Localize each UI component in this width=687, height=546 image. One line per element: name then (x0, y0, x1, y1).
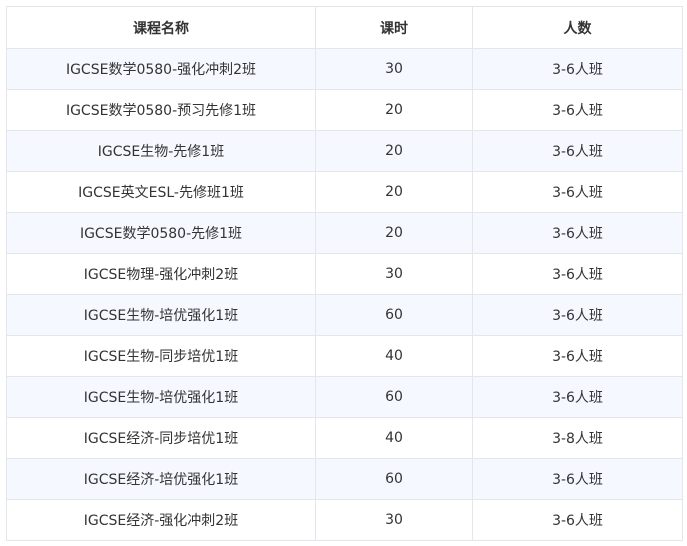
table-row: IGCSE经济-同步培优1班 40 3-8人班 (6, 417, 683, 459)
class-size-cell: 3-6人班 (472, 458, 683, 500)
table-header: 课程名称 课时 人数 (6, 6, 683, 49)
class-size-cell: 3-6人班 (472, 212, 683, 254)
course-name-cell: IGCSE生物-培优强化1班 (6, 376, 316, 418)
class-size-cell: 3-6人班 (472, 335, 683, 377)
class-size-cell: 3-6人班 (472, 48, 683, 90)
class-size-cell: 3-6人班 (472, 499, 683, 541)
header-row: 课程名称 课时 人数 (6, 6, 683, 49)
class-size-cell: 3-6人班 (472, 253, 683, 295)
table-row: IGCSE数学0580-预习先修1班 20 3-6人班 (6, 89, 683, 131)
table-row: IGCSE经济-培优强化1班 60 3-6人班 (6, 458, 683, 500)
course-name-cell: IGCSE数学0580-预习先修1班 (6, 89, 316, 131)
header-class-size: 人数 (472, 6, 683, 49)
hours-cell: 20 (315, 130, 473, 172)
class-size-cell: 3-6人班 (472, 89, 683, 131)
course-name-cell: IGCSE数学0580-先修1班 (6, 212, 316, 254)
hours-cell: 40 (315, 335, 473, 377)
table-body: IGCSE数学0580-强化冲刺2班 30 3-6人班 IGCSE数学0580-预习先… (6, 48, 683, 541)
course-name-cell: IGCSE经济-培优强化1班 (6, 458, 316, 500)
hours-cell: 30 (315, 253, 473, 295)
hours-cell: 40 (315, 417, 473, 459)
course-name-cell: IGCSE生物-培优强化1班 (6, 294, 316, 336)
course-name-cell: IGCSE物理-强化冲刺2班 (6, 253, 316, 295)
class-size-cell: 3-6人班 (472, 376, 683, 418)
table-row: IGCSE生物-先修1班 20 3-6人班 (6, 130, 683, 172)
table-row: IGCSE生物-培优强化1班 60 3-6人班 (6, 376, 683, 418)
header-hours: 课时 (315, 6, 473, 49)
course-name-cell: IGCSE英文ESL-先修班1班 (6, 171, 316, 213)
course-name-cell: IGCSE经济-强化冲刺2班 (6, 499, 316, 541)
table-row: IGCSE生物-同步培优1班 40 3-6人班 (6, 335, 683, 377)
table-row: IGCSE物理-强化冲刺2班 30 3-6人班 (6, 253, 683, 295)
hours-cell: 20 (315, 212, 473, 254)
class-size-cell: 3-6人班 (472, 130, 683, 172)
course-name-cell: IGCSE数学0580-强化冲刺2班 (6, 48, 316, 90)
course-name-cell: IGCSE经济-同步培优1班 (6, 417, 316, 459)
hours-cell: 30 (315, 48, 473, 90)
hours-cell: 20 (315, 89, 473, 131)
table-row: IGCSE数学0580-先修1班 20 3-6人班 (6, 212, 683, 254)
table-row: IGCSE经济-强化冲刺2班 30 3-6人班 (6, 499, 683, 541)
class-size-cell: 3-8人班 (472, 417, 683, 459)
course-table: 课程名称 课时 人数 IGCSE数学0580-强化冲刺2班 30 3-6人班 IGCS… (6, 6, 683, 541)
course-name-cell: IGCSE生物-先修1班 (6, 130, 316, 172)
course-name-cell: IGCSE生物-同步培优1班 (6, 335, 316, 377)
table-row: IGCSE英文ESL-先修班1班 20 3-6人班 (6, 171, 683, 213)
hours-cell: 20 (315, 171, 473, 213)
class-size-cell: 3-6人班 (472, 294, 683, 336)
table-row: IGCSE数学0580-强化冲刺2班 30 3-6人班 (6, 48, 683, 90)
hours-cell: 60 (315, 294, 473, 336)
header-course-name: 课程名称 (6, 6, 316, 49)
hours-cell: 60 (315, 376, 473, 418)
course-table-container: 课程名称 课时 人数 IGCSE数学0580-强化冲刺2班 30 3-6人班 IGCS… (6, 6, 683, 541)
class-size-cell: 3-6人班 (472, 171, 683, 213)
table-row: IGCSE生物-培优强化1班 60 3-6人班 (6, 294, 683, 336)
hours-cell: 30 (315, 499, 473, 541)
hours-cell: 60 (315, 458, 473, 500)
